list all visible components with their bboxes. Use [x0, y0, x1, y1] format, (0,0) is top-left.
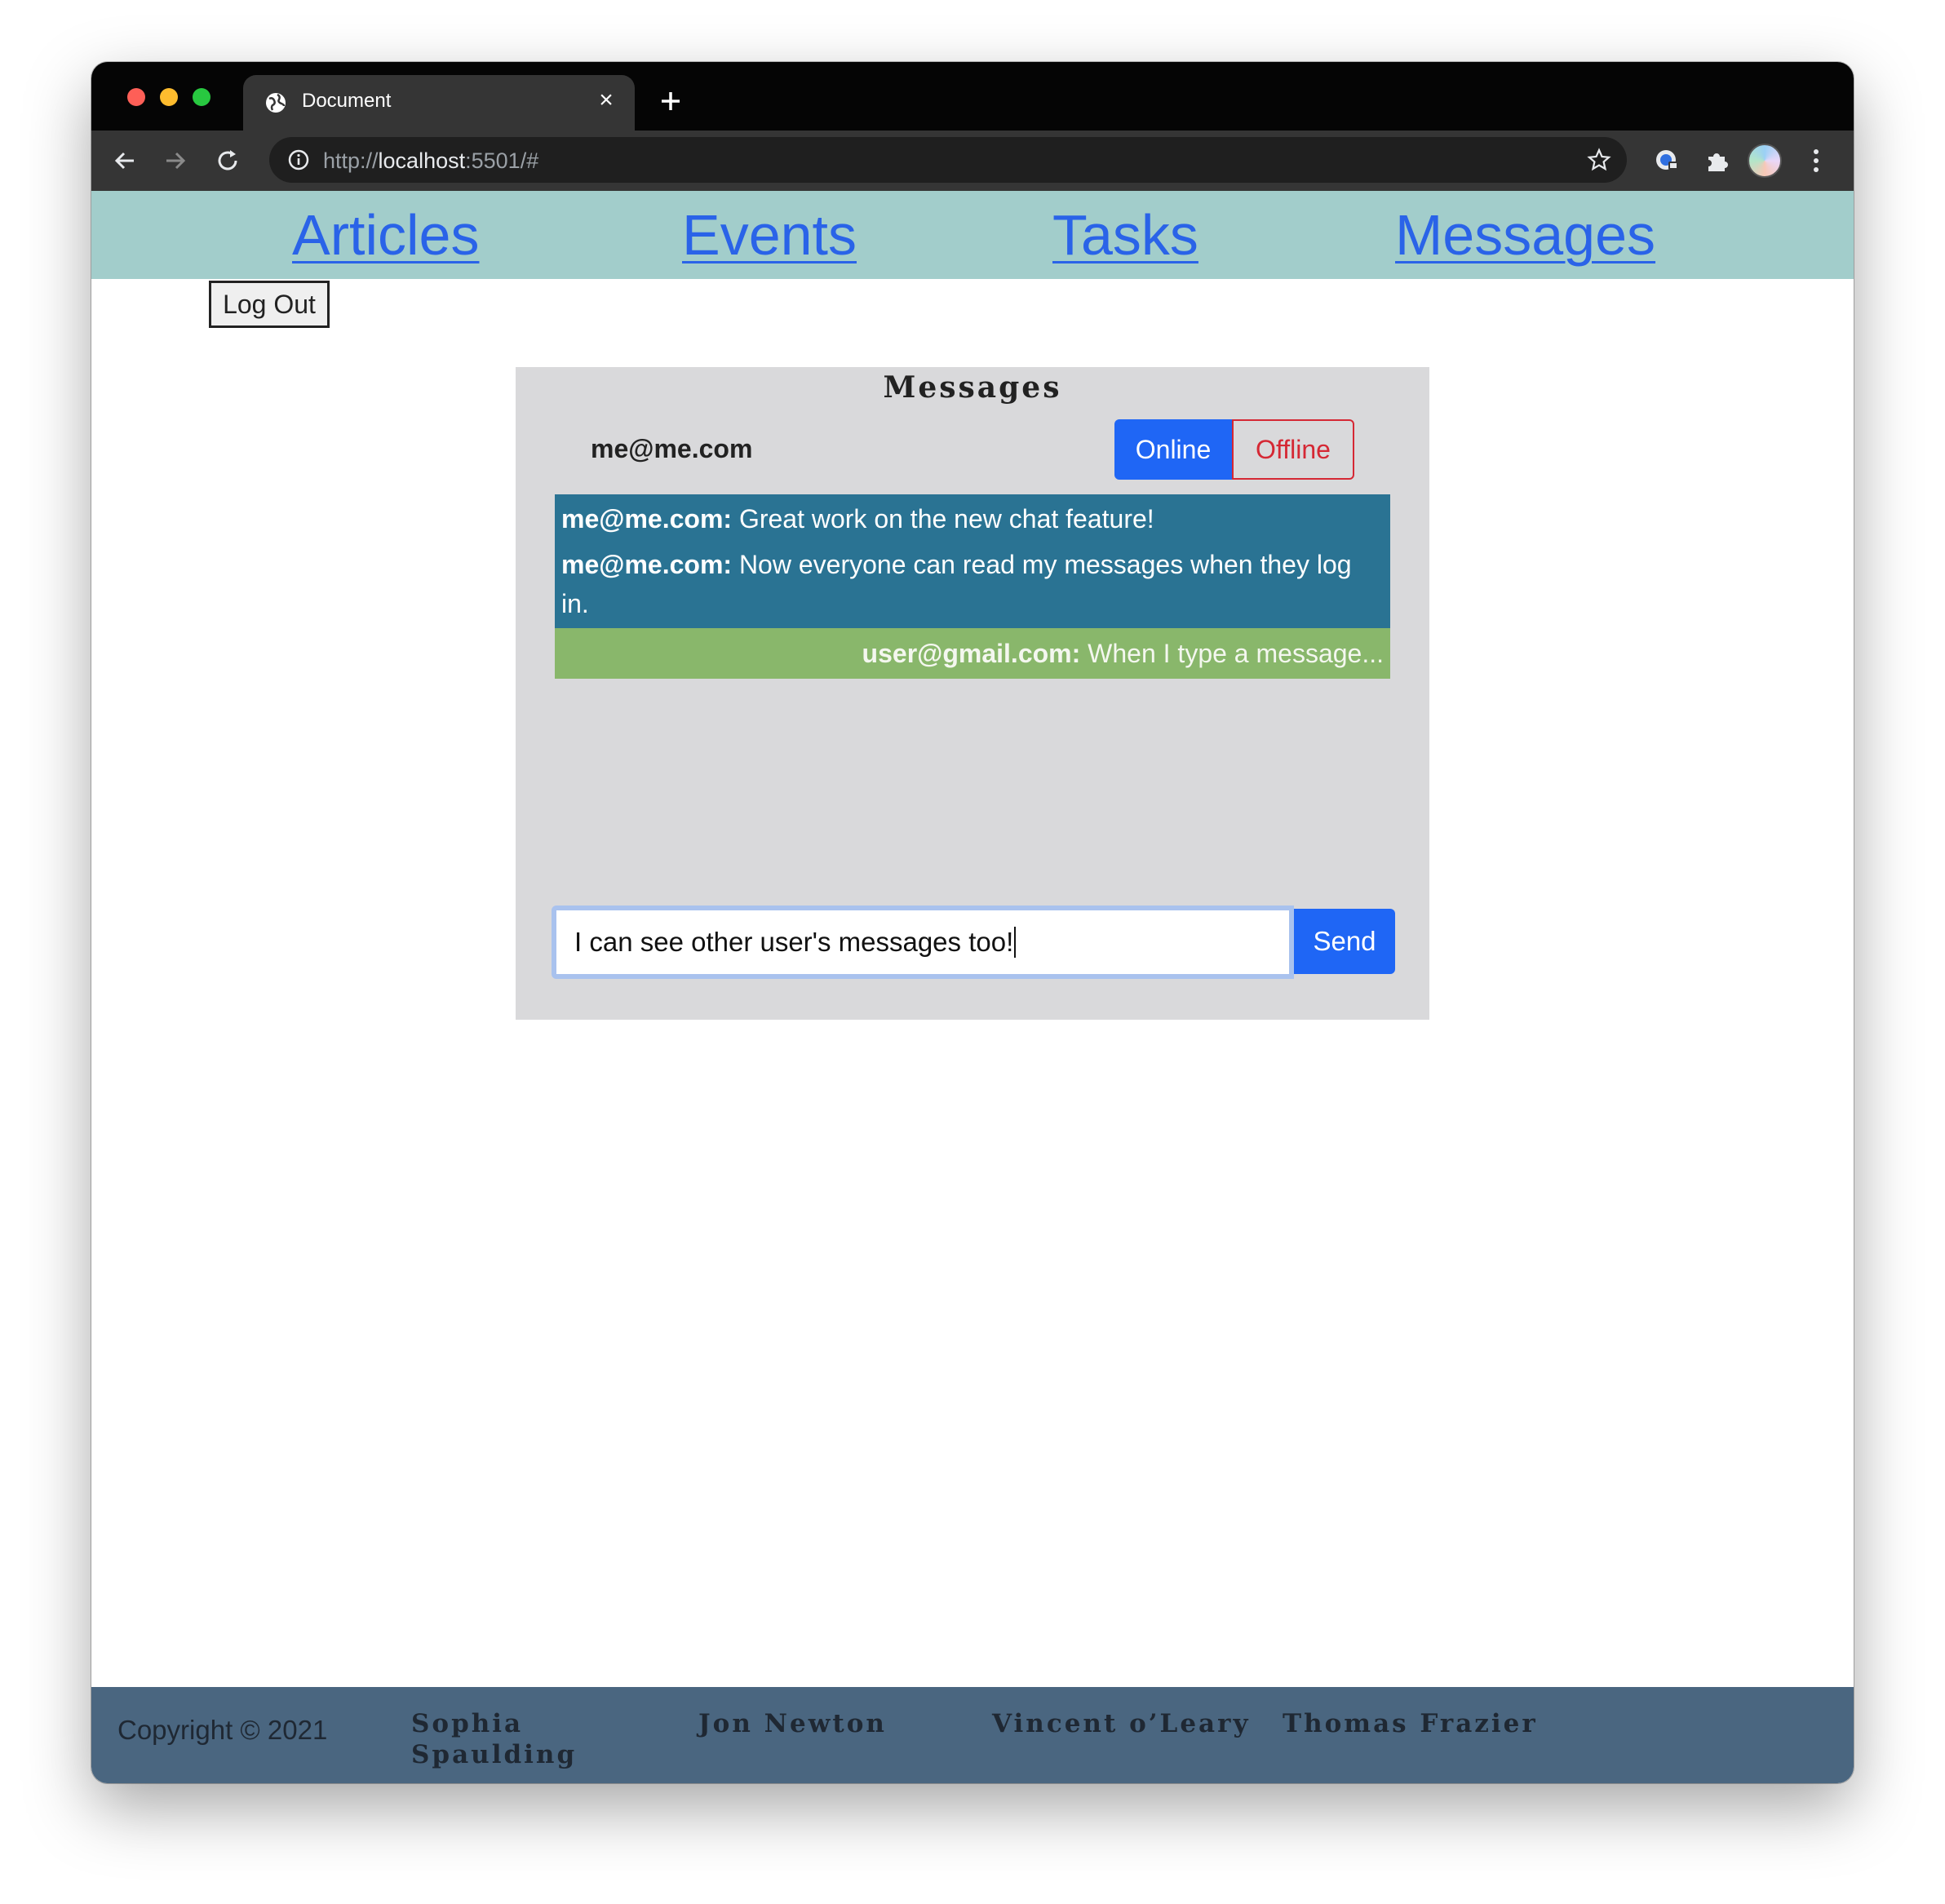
site-info-icon[interactable]	[287, 148, 310, 171]
message-compose: I can see other user's messages too! Sen…	[552, 906, 1395, 979]
send-button[interactable]: Send	[1294, 909, 1395, 974]
offline-button[interactable]: Offline	[1232, 419, 1354, 480]
tab-title: Document	[302, 90, 392, 112]
forward-arrow-icon[interactable]	[160, 145, 191, 176]
copyright-text: Copyright © 2021	[117, 1715, 328, 1745]
message-list[interactable]: me@me.com: Great work on the new chat fe…	[555, 494, 1390, 679]
address-bar[interactable]: http://localhost:5501/#	[269, 137, 1627, 183]
message-item: me@me.com: Great work on the new chat fe…	[561, 499, 1384, 538]
tab-strip: Document ×	[91, 62, 1854, 131]
nav-link-messages[interactable]: Messages	[1395, 202, 1655, 268]
minimize-window-button[interactable]	[160, 88, 178, 106]
back-arrow-icon[interactable]	[109, 145, 140, 176]
url-text: http://localhost:5501/#	[323, 148, 539, 173]
globe-icon	[266, 93, 286, 113]
close-window-button[interactable]	[127, 88, 145, 106]
extensions-puzzle-icon[interactable]	[1702, 145, 1733, 176]
own-messages-group: me@me.com: Great work on the new chat fe…	[555, 494, 1390, 628]
close-tab-icon[interactable]: ×	[594, 88, 618, 113]
more-menu-icon[interactable]	[1808, 145, 1824, 176]
online-button[interactable]: Online	[1114, 419, 1232, 480]
message-input-value: I can see other user's messages too!	[574, 927, 1014, 957]
log-out-button[interactable]: Log Out	[209, 281, 330, 328]
nav-link-articles[interactable]: Articles	[292, 202, 479, 268]
footer-author: Sophia Spaulding	[411, 1709, 578, 1769]
reload-icon[interactable]	[212, 145, 243, 176]
messages-title: Messages	[883, 370, 1062, 405]
new-tab-icon[interactable]	[654, 85, 687, 117]
message-item: me@me.com: Now everyone can read my mess…	[561, 545, 1384, 623]
other-message-item: user@gmail.com: When I type a message...	[555, 628, 1390, 679]
profile-avatar[interactable]	[1748, 144, 1782, 178]
footer-author: Thomas Frazier	[1283, 1709, 1538, 1738]
bookmark-star-icon[interactable]	[1586, 147, 1612, 173]
message-text: Great work on the new chat feature!	[732, 504, 1154, 534]
footer: Copyright © 2021 Sophia Spaulding Jon Ne…	[91, 1687, 1854, 1783]
nav-link-tasks[interactable]: Tasks	[1052, 202, 1198, 268]
footer-author: Vincent o’Leary	[992, 1709, 1251, 1738]
maximize-window-button[interactable]	[193, 88, 210, 106]
message-input[interactable]: I can see other user's messages too!	[552, 906, 1294, 979]
message-sender: user@gmail.com:	[862, 639, 1081, 668]
password-manager-icon[interactable]	[1651, 145, 1682, 176]
messages-panel: Messages me@me.com Online Offline me@me.…	[516, 367, 1429, 1020]
current-user-email: me@me.com	[591, 434, 753, 463]
browser-tab[interactable]: Document ×	[243, 75, 635, 131]
footer-author: Jon Newton	[698, 1709, 887, 1738]
message-sender: me@me.com:	[561, 550, 733, 579]
browser-window: Document × http://localhost:5501/# Artic…	[91, 62, 1854, 1783]
nav-link-events[interactable]: Events	[682, 202, 857, 268]
text-caret	[1014, 927, 1017, 958]
browser-toolbar: http://localhost:5501/#	[91, 131, 1854, 191]
message-text: When I type a message...	[1080, 639, 1384, 668]
message-sender: me@me.com:	[561, 504, 733, 534]
page-content: Articles Events Tasks Messages Log Out M…	[91, 191, 1854, 1783]
top-navigation: Articles Events Tasks Messages	[91, 191, 1854, 279]
